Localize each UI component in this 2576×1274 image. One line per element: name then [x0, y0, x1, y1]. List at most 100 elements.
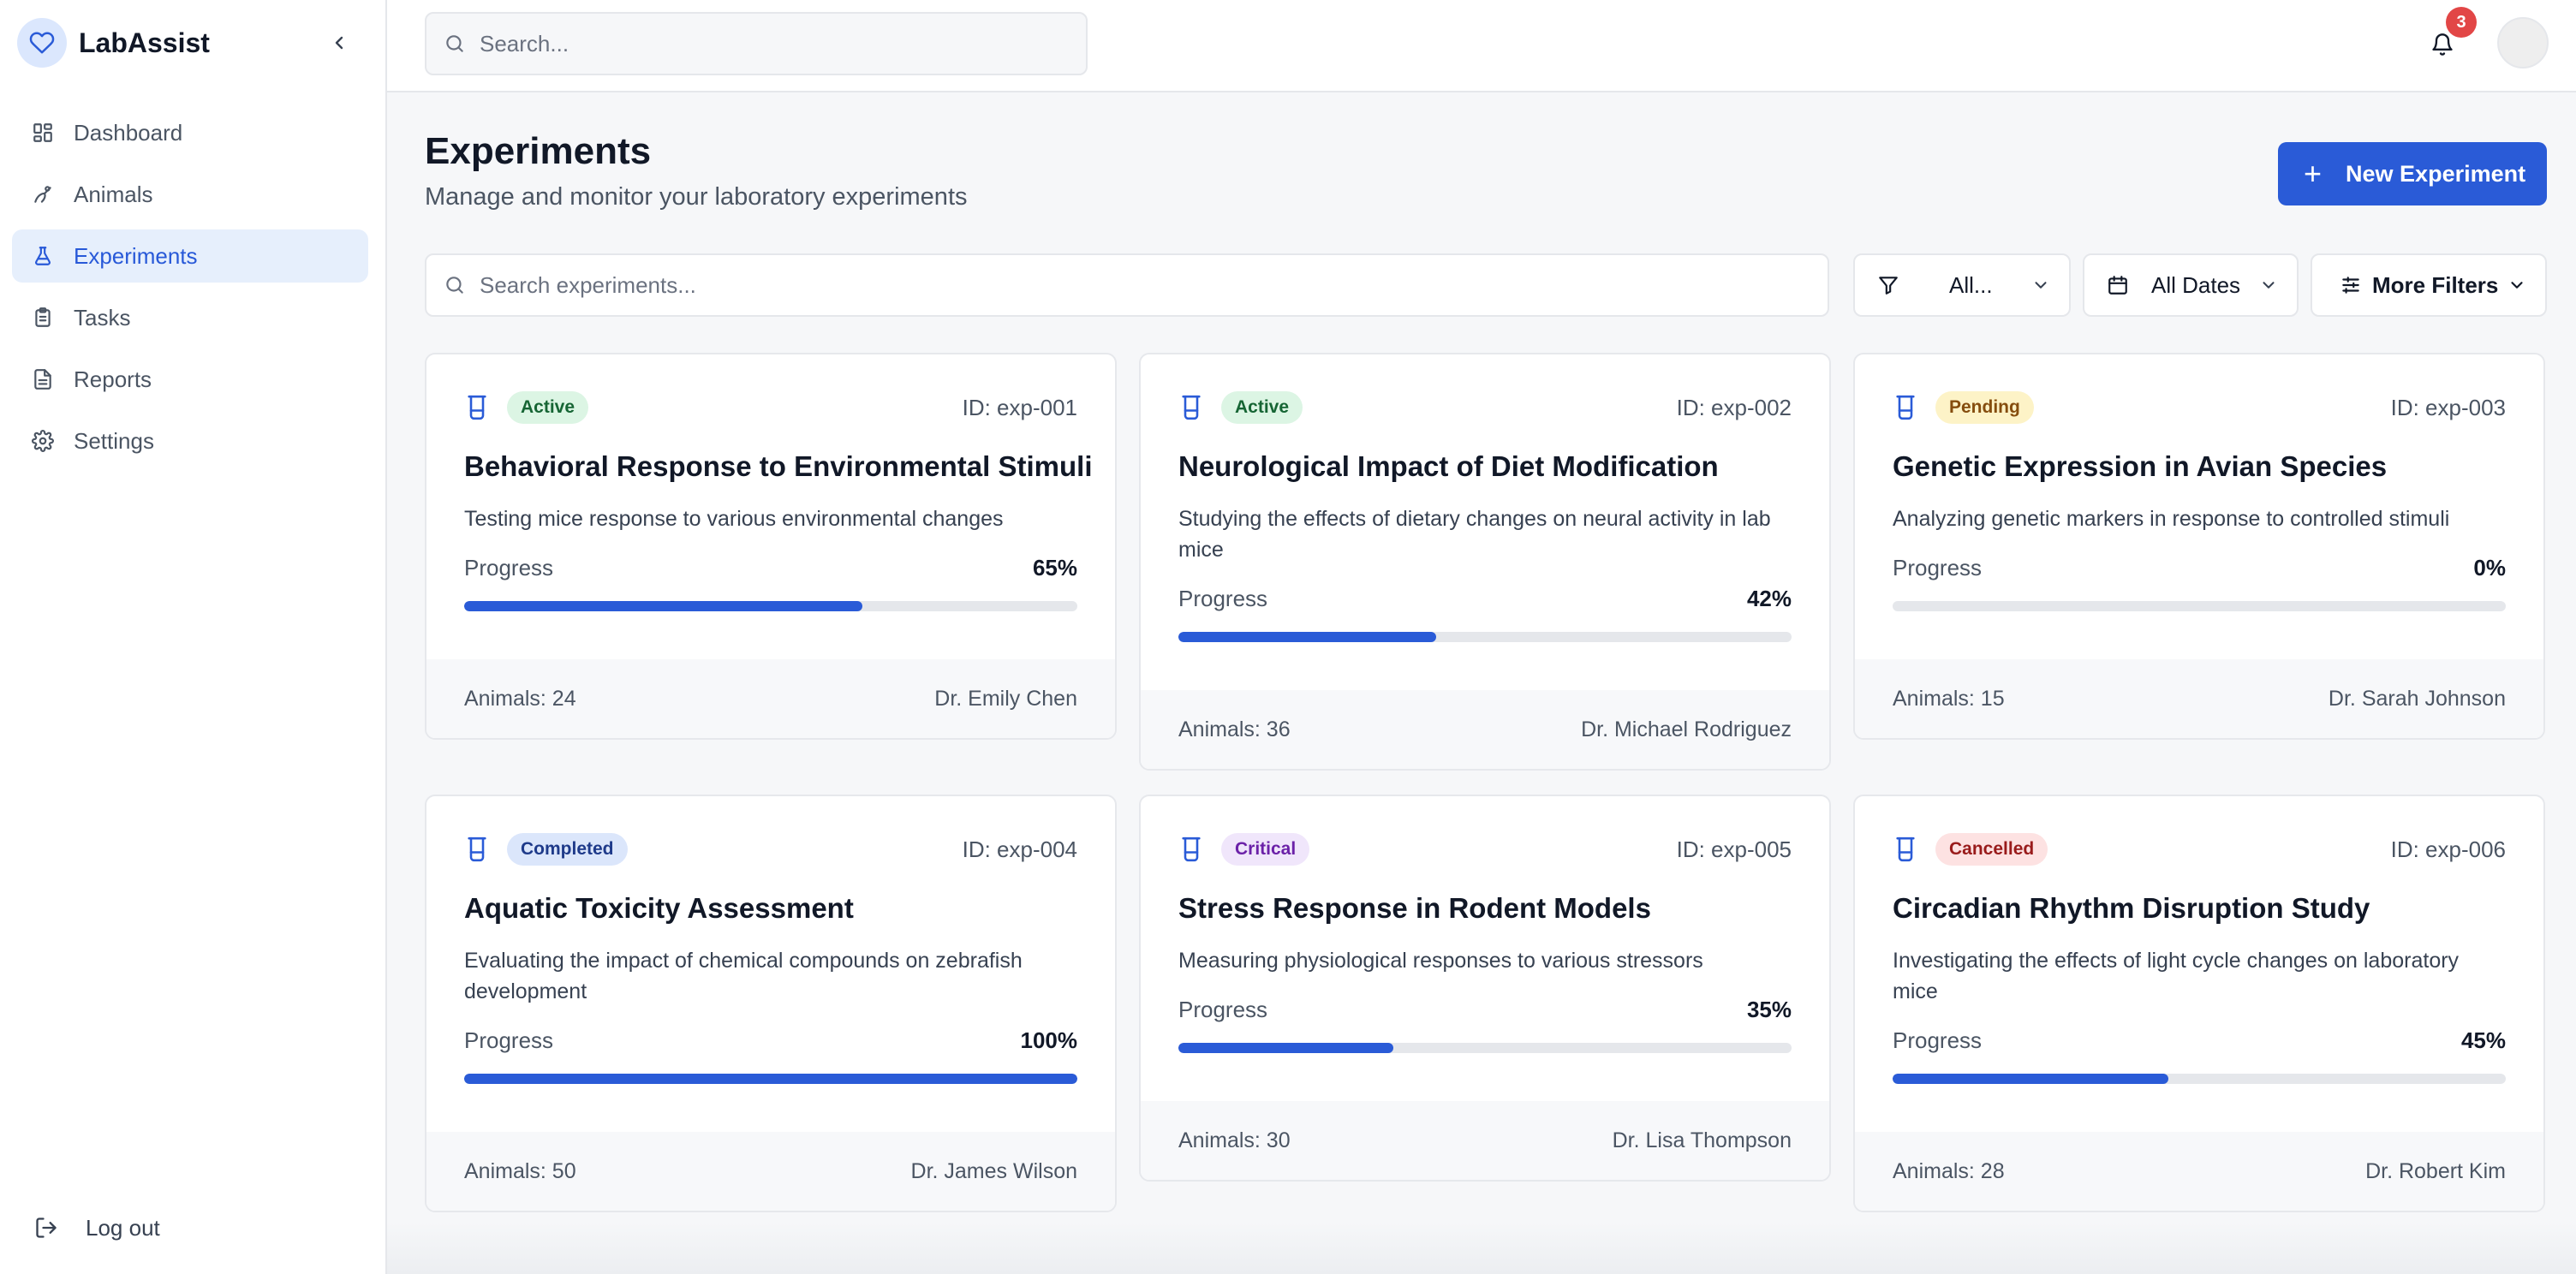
animal-count: Animals: 30 [1178, 1128, 1291, 1152]
search-icon [446, 35, 463, 52]
experiment-card[interactable]: Completed ID: exp-004 Aquatic Toxicity A… [425, 795, 1117, 1212]
progress-row: Progress 42% [1178, 586, 1792, 612]
experiment-id: ID: exp-003 [2390, 394, 2506, 420]
sidebar-item-experiments[interactable]: Experiments [12, 229, 368, 283]
file-icon [31, 367, 55, 391]
sidebar-item-label: Tasks [74, 304, 131, 330]
experiment-description: Analyzing genetic markers in response to… [1893, 507, 2450, 531]
experiment-card[interactable]: Critical ID: exp-005 Stress Response in … [1139, 795, 1831, 1182]
experiment-search-input[interactable] [480, 271, 1726, 299]
progress-row: Progress 45% [1893, 1027, 2506, 1054]
status-filter-select[interactable]: All... [1853, 253, 2071, 317]
sidebar: LabAssist Dashboard Animals Experiments [0, 0, 387, 1274]
experiment-id: ID: exp-002 [1676, 394, 1792, 420]
progress-bar-fill [1893, 1074, 2169, 1084]
sidebar-item-animals[interactable]: Animals [12, 168, 368, 221]
calendar-icon [2105, 272, 2131, 298]
experiment-card[interactable]: Active ID: exp-001 Behavioral Response t… [425, 353, 1117, 740]
progress-value: 42% [1746, 586, 1792, 611]
brand[interactable]: LabAssist [17, 17, 210, 68]
beaker-icon [1178, 835, 1204, 864]
sidebar-item-label: Experiments [74, 242, 198, 269]
researcher-name: Dr. Sarah Johnson [2328, 686, 2506, 711]
progress-value: 45% [2460, 1027, 2506, 1053]
sliders-icon [2338, 272, 2364, 298]
experiment-description: Testing mice response to various environ… [464, 507, 1004, 531]
date-filter-select[interactable]: All Dates [2083, 253, 2299, 317]
experiment-id: ID: exp-004 [962, 836, 1077, 862]
status-badge: Pending [1935, 391, 2034, 424]
card-footer: Animals: 36 Dr. Michael Rodriguez [1141, 690, 1829, 769]
dashboard-icon [31, 121, 55, 145]
avatar[interactable] [2497, 17, 2549, 68]
paw-icon [31, 182, 55, 206]
notification-count-badge: 3 [2446, 7, 2477, 38]
chevron-down-icon [2507, 276, 2526, 295]
sidebar-item-settings[interactable]: Settings [12, 414, 368, 467]
researcher-name: Dr. Robert Kim [2365, 1158, 2506, 1183]
new-experiment-label: New Experiment [2346, 160, 2526, 187]
card-footer: Animals: 50 Dr. James Wilson [426, 1132, 1115, 1211]
experiment-title[interactable]: Genetic Expression in Avian Species [1893, 450, 2518, 483]
global-search-input[interactable] [480, 30, 1058, 57]
card-footer: Animals: 28 Dr. Robert Kim [1855, 1132, 2543, 1211]
experiment-title[interactable]: Stress Response in Rodent Models [1178, 892, 1804, 925]
experiment-title[interactable]: Aquatic Toxicity Assessment [464, 892, 1089, 925]
chevron-down-icon [2259, 276, 2278, 295]
sidebar-item-dashboard[interactable]: Dashboard [12, 106, 368, 159]
card-footer: Animals: 30 Dr. Lisa Thompson [1141, 1101, 1829, 1180]
progress-bar-fill [1178, 632, 1436, 642]
progress-track [464, 1074, 1077, 1084]
sidebar-item-tasks[interactable]: Tasks [12, 291, 368, 344]
progress-label: Progress [464, 1027, 554, 1053]
experiment-id: ID: exp-001 [962, 394, 1077, 420]
sidebar-item-label: Reports [74, 366, 152, 392]
sidebar-item-reports[interactable]: Reports [12, 353, 368, 406]
experiment-id: ID: exp-005 [1676, 836, 1792, 862]
progress-row: Progress 0% [1893, 555, 2506, 581]
card-header: Completed ID: exp-004 [464, 832, 1077, 866]
experiment-search[interactable] [425, 253, 1829, 317]
progress-bar-fill [1178, 1043, 1393, 1053]
status-filter-value: All... [1949, 271, 1993, 298]
collapse-sidebar-button[interactable] [322, 26, 356, 60]
new-experiment-button[interactable]: + New Experiment [2278, 142, 2547, 205]
experiment-description: Investigating the effects of light cycle… [1893, 949, 2460, 1003]
progress-bar-fill [464, 1074, 1077, 1084]
card-header: Cancelled ID: exp-006 [1893, 832, 2506, 866]
progress-value: 100% [1020, 1027, 1078, 1053]
experiment-description: Measuring physiological responses to var… [1178, 949, 1703, 973]
chevron-down-icon [2031, 276, 2050, 295]
experiment-title[interactable]: Neurological Impact of Diet Modification [1178, 450, 1804, 483]
heart-icon [17, 18, 67, 68]
beaker-icon [464, 835, 490, 864]
progress-bar-fill [464, 601, 863, 611]
sidebar-item-label: Settings [74, 427, 154, 454]
progress-value: 35% [1746, 997, 1792, 1022]
experiment-card[interactable]: Active ID: exp-002 Neurological Impact o… [1139, 353, 1831, 771]
experiment-card[interactable]: Cancelled ID: exp-006 Circadian Rhythm D… [1853, 795, 2545, 1212]
experiment-title[interactable]: Behavioral Response to Environmental Sti… [464, 450, 1093, 483]
sidebar-item-label: Animals [74, 181, 153, 207]
progress-row: Progress 100% [464, 1027, 1077, 1054]
card-footer: Animals: 15 Dr. Sarah Johnson [1855, 659, 2543, 738]
experiment-description: Studying the effects of dietary changes … [1178, 507, 1771, 562]
chevron-left-icon [335, 36, 343, 50]
top-bar: 3 [387, 0, 2576, 92]
experiment-card[interactable]: Pending ID: exp-003 Genetic Expression i… [1853, 353, 2545, 740]
global-search[interactable] [425, 12, 1088, 75]
progress-value: 0% [2473, 555, 2506, 580]
experiment-id: ID: exp-006 [2390, 836, 2506, 862]
clipboard-icon [31, 306, 55, 330]
card-header: Critical ID: exp-005 [1178, 832, 1792, 866]
status-badge: Active [507, 391, 589, 424]
researcher-name: Dr. James Wilson [910, 1158, 1077, 1183]
experiment-description: Evaluating the impact of chemical compou… [464, 949, 1023, 1003]
status-badge: Completed [507, 833, 628, 866]
more-filters-button[interactable]: More Filters [2311, 253, 2547, 317]
progress-track [464, 601, 1077, 611]
logout-button[interactable]: Log out [34, 1209, 160, 1247]
experiment-title[interactable]: Circadian Rhythm Disruption Study [1893, 892, 2518, 925]
beaker-icon [1893, 393, 1918, 422]
more-filters-label: More Filters [2372, 271, 2499, 298]
